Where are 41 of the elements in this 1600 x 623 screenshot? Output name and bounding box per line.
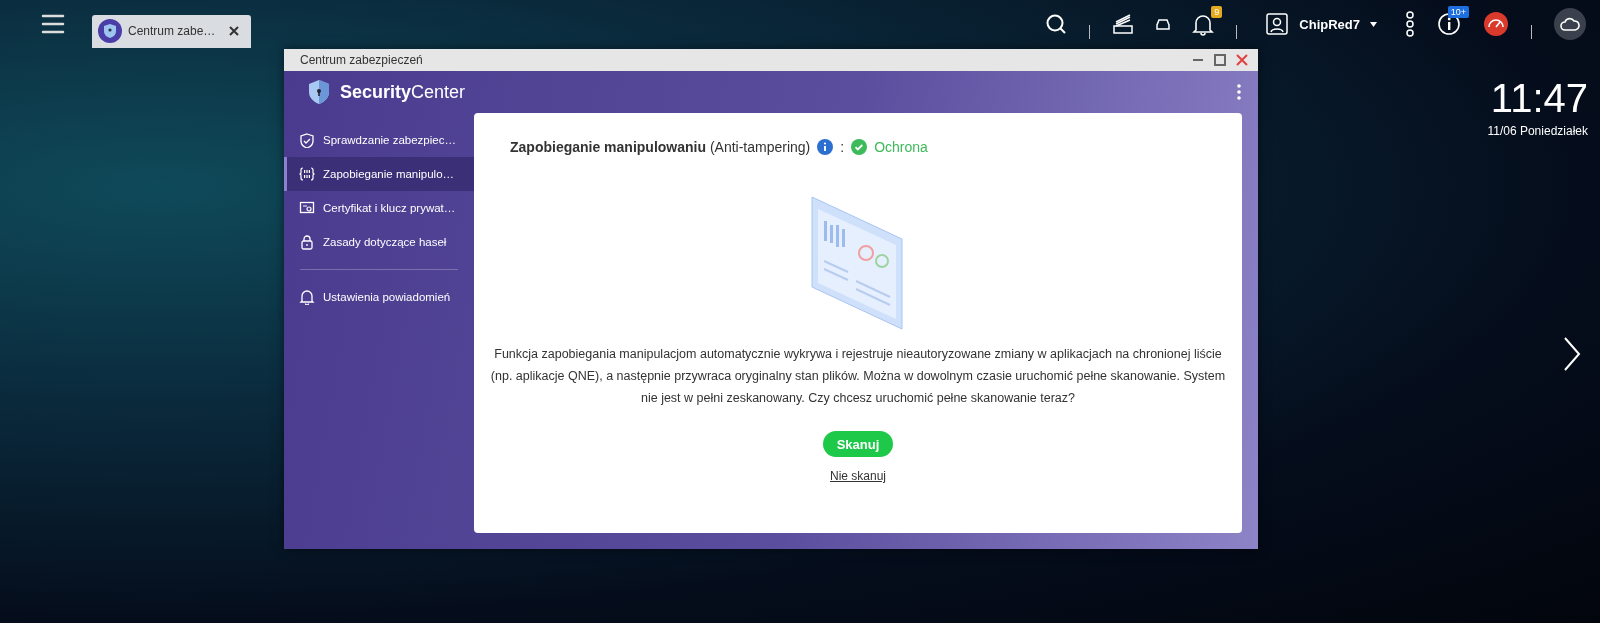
lock-icon [299, 234, 315, 250]
more-icon[interactable] [1405, 11, 1415, 37]
cloud-icon [1560, 17, 1580, 31]
app-name: SecurityCenter [340, 81, 467, 103]
close-icon[interactable] [1236, 54, 1248, 66]
sidebar-item[interactable]: Ustawienia powiadomień [284, 280, 474, 314]
close-button[interactable] [227, 26, 242, 36]
description-text: Funkcja zapobiegania manipulacjom automatycznie wykrywa i rejestruje nieautoryzowane zmiany w aplikacjach na chronionej liście (np. aplikacje QNE), a następnie przywraca oryginalny stan plików. Można w dowolnym czasie uruchomić pełne skanowanie. System nie jest w pełni zeskanowany. Czy chcesz uruchomić pełne skanowanie teraz? [489, 346, 1227, 407]
window-title: Centrum zabezpieczeń [300, 53, 424, 67]
cloud-button[interactable] [1554, 8, 1586, 40]
sidebar-item[interactable]: Sprawdzanie zabezpiec… [284, 123, 474, 157]
user-icon [1265, 12, 1290, 36]
gauge-icon[interactable] [1483, 11, 1509, 37]
notification-badge: 9 [1211, 6, 1223, 18]
skip-scan-link[interactable]: Nie skanuj [830, 469, 886, 483]
sidebar-item[interactable]: Certyfikat i klucz prywat… [284, 191, 474, 225]
status-text: Ochrona [874, 139, 928, 155]
app-tab[interactable]: Centrum zabe… [92, 14, 252, 48]
feature-title: Zapobieganie manipulowaniu (Anti-tampering) [510, 139, 811, 155]
code-brackets-icon [299, 166, 315, 182]
info-badge: 10+ [1447, 6, 1469, 18]
shield-icon [308, 79, 330, 105]
clock-time: 11:47 [1490, 76, 1588, 120]
menu-icon[interactable] [40, 12, 66, 36]
stack-icon[interactable] [1112, 13, 1135, 35]
caret-icon [1370, 21, 1377, 27]
bell-icon[interactable] [1192, 12, 1215, 36]
user-menu[interactable]: ChipRed7 [1259, 11, 1383, 37]
maximize-icon[interactable] [1214, 54, 1226, 66]
separator-text: : [840, 139, 845, 155]
sidebar-item[interactable]: Zapobieganie manipulo… [284, 157, 474, 191]
certificate-icon [299, 200, 315, 216]
shield-icon [98, 19, 122, 43]
check-icon [851, 139, 868, 155]
chevron-right-icon[interactable] [1562, 336, 1582, 372]
clock-date: 11/06 Poniedziałek [1487, 124, 1588, 138]
shield-check-icon [299, 132, 315, 148]
drive-icon[interactable] [1156, 18, 1171, 30]
search-icon[interactable] [1045, 13, 1068, 35]
bell-icon [299, 289, 315, 305]
sidebar-item[interactable]: Zasady dotyczące haseł [284, 225, 474, 259]
